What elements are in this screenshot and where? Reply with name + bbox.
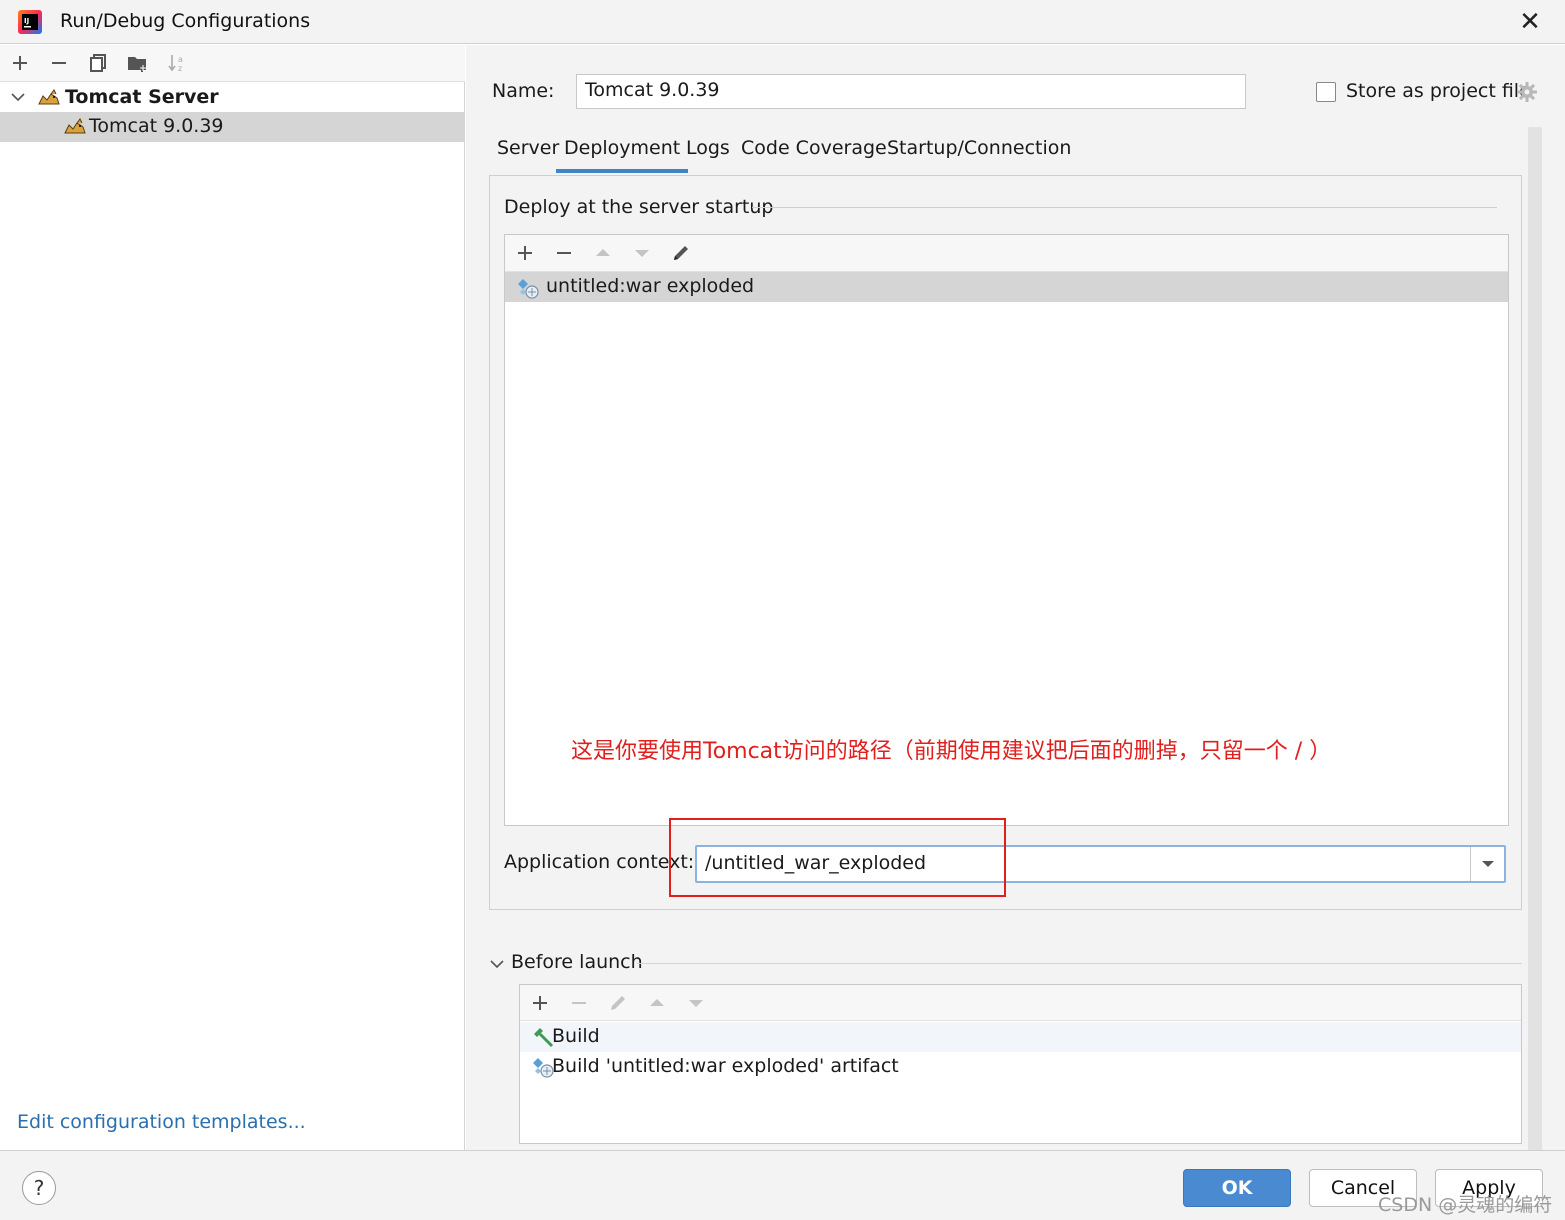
remove-icon[interactable] <box>46 50 72 76</box>
before-launch-list: Build Build 'untitled:war exploded' arti… <box>519 984 1522 1144</box>
tomcat-icon <box>38 89 60 105</box>
store-as-project-label: Store as project file <box>1346 80 1531 102</box>
deploy-list-toolbar <box>505 235 1508 272</box>
store-as-project-checkbox[interactable] <box>1316 82 1336 102</box>
list-item[interactable]: Build <box>520 1022 1521 1052</box>
svg-text:z: z <box>178 64 182 73</box>
dialog-button-bar: ? OK Cancel Apply CSDN @灵魂的编符 <box>0 1150 1565 1220</box>
before-launch-label: Before launch <box>511 951 643 973</box>
gear-icon[interactable] <box>1516 81 1538 103</box>
move-up-icon[interactable] <box>644 990 670 1016</box>
move-up-icon[interactable] <box>590 240 616 266</box>
tree-group-label: Tomcat Server <box>65 86 219 108</box>
watermark: CSDN @灵魂的编符 <box>1378 1194 1553 1216</box>
config-detail-panel: Name: Tomcat 9.0.39 Store as project fil… <box>466 45 1565 1152</box>
add-icon[interactable] <box>527 990 553 1016</box>
artifact-icon <box>533 1058 554 1078</box>
remove-icon[interactable] <box>566 990 592 1016</box>
close-icon[interactable]: ✕ <box>1516 8 1544 36</box>
chevron-down-icon[interactable] <box>10 89 26 105</box>
intellij-icon: IJ <box>18 10 42 34</box>
before-launch-toolbar <box>520 985 1521 1021</box>
edit-templates-link[interactable]: Edit configuration templates... <box>17 1111 306 1133</box>
tab-logs[interactable]: Logs <box>686 133 730 173</box>
tree-item-tomcat-9[interactable]: Tomcat 9.0.39 <box>0 112 465 142</box>
deploy-artifact-list: untitled:war exploded 这是你要使用Tomcat访问的路径（… <box>504 234 1509 826</box>
svg-text:a: a <box>178 55 183 64</box>
move-down-icon[interactable] <box>683 990 709 1016</box>
edit-pencil-icon[interactable] <box>668 240 694 266</box>
sort-icon[interactable]: az <box>164 50 190 76</box>
tab-code-coverage[interactable]: Code Coverage <box>741 133 887 173</box>
move-down-icon[interactable] <box>629 240 655 266</box>
name-input[interactable]: Tomcat 9.0.39 <box>576 74 1246 109</box>
section-divider <box>637 963 1522 964</box>
tab-startup-connection[interactable]: Startup/Connection <box>887 133 1071 173</box>
before-launch-header[interactable]: Before launch <box>489 951 1529 977</box>
ok-button[interactable]: OK <box>1183 1169 1291 1207</box>
config-tree-panel: az Tomcat Server Tomcat 9.0.39 Edit conf… <box>0 45 465 1150</box>
build-artifact-label: Build 'untitled:war exploded' artifact <box>552 1055 899 1077</box>
annotation-highlight-box <box>669 818 1006 897</box>
svg-text:IJ: IJ <box>24 17 29 25</box>
add-icon[interactable] <box>512 240 538 266</box>
annotation-text: 这是你要使用Tomcat访问的路径（前期使用建议把后面的删掉，只留一个 / ） <box>571 739 1332 764</box>
new-folder-icon[interactable] <box>125 50 151 76</box>
name-label: Name: <box>492 80 555 102</box>
build-label: Build <box>552 1025 600 1047</box>
section-divider <box>752 207 1497 208</box>
tab-server[interactable]: Server <box>497 133 559 173</box>
title-bar: IJ Run/Debug Configurations ✕ <box>0 0 1565 44</box>
remove-icon[interactable] <box>551 240 577 266</box>
tree-toolbar: az <box>0 45 465 82</box>
list-item[interactable]: Build 'untitled:war exploded' artifact <box>520 1052 1521 1082</box>
list-item[interactable]: untitled:war exploded <box>505 272 1508 302</box>
artifact-icon <box>518 279 539 299</box>
deploy-section-title: Deploy at the server startup <box>504 196 774 218</box>
vertical-scrollbar[interactable] <box>1528 127 1542 1152</box>
copy-icon[interactable] <box>85 50 111 76</box>
tab-deployment[interactable]: Deployment <box>556 133 689 173</box>
artifact-label: untitled:war exploded <box>546 275 755 297</box>
tomcat-icon <box>64 118 86 134</box>
help-button[interactable]: ? <box>22 1171 56 1205</box>
tree-group-tomcat-server[interactable]: Tomcat Server <box>0 83 465 113</box>
application-context-label: Application context: <box>504 851 695 873</box>
window-title: Run/Debug Configurations <box>60 10 311 32</box>
hammer-icon <box>534 1028 554 1048</box>
chevron-down-icon[interactable] <box>489 956 505 972</box>
dropdown-arrow-icon[interactable] <box>1470 847 1504 881</box>
edit-pencil-icon[interactable] <box>605 990 631 1016</box>
deployment-panel: Deploy at the server startup untitled:wa… <box>489 175 1522 910</box>
add-icon[interactable] <box>7 50 33 76</box>
tree-item-label: Tomcat 9.0.39 <box>89 115 224 137</box>
